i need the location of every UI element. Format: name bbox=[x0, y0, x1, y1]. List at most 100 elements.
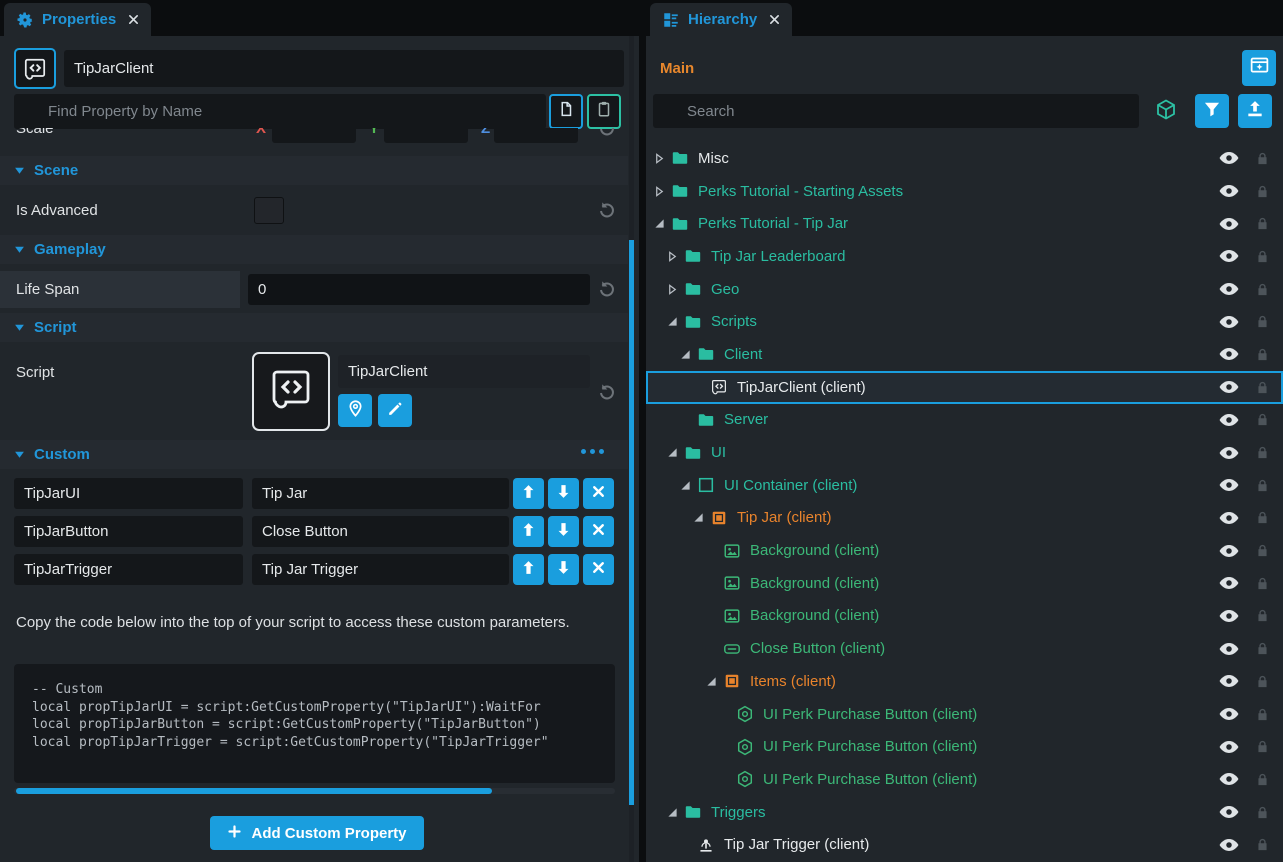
collapse-arrow-icon[interactable] bbox=[667, 807, 684, 818]
visibility-eye-icon[interactable] bbox=[1218, 768, 1240, 790]
visibility-eye-icon[interactable] bbox=[1218, 507, 1240, 529]
close-tab-icon[interactable] bbox=[124, 14, 139, 25]
expand-arrow-icon[interactable] bbox=[654, 153, 671, 164]
horizontal-scrollbar-thumb[interactable] bbox=[16, 788, 492, 794]
lock-icon[interactable] bbox=[1255, 216, 1271, 231]
move-up-button[interactable] bbox=[513, 516, 544, 547]
scale-z-input[interactable] bbox=[494, 128, 578, 143]
lock-icon[interactable] bbox=[1255, 380, 1271, 395]
tree-row[interactable]: Tip Jar Trigger (client) bbox=[646, 828, 1283, 861]
move-down-button[interactable] bbox=[548, 554, 579, 585]
hierarchy-root-label[interactable]: Main bbox=[660, 60, 694, 77]
lock-icon[interactable] bbox=[1255, 282, 1271, 297]
move-down-button[interactable] bbox=[548, 478, 579, 509]
tree-row[interactable]: UI Container (client) bbox=[646, 469, 1283, 502]
lock-icon[interactable] bbox=[1255, 772, 1271, 787]
lock-icon[interactable] bbox=[1255, 576, 1271, 591]
scale-x-input[interactable] bbox=[272, 128, 356, 143]
edit-script-button[interactable] bbox=[378, 394, 412, 427]
visibility-eye-icon[interactable] bbox=[1218, 442, 1240, 464]
lock-icon[interactable] bbox=[1255, 478, 1271, 493]
script-name-field[interactable]: TipJarClient bbox=[338, 355, 590, 388]
tree-row[interactable]: Background (client) bbox=[646, 534, 1283, 567]
lock-icon[interactable] bbox=[1255, 837, 1271, 852]
tree-row[interactable]: Perks Tutorial - Starting Assets bbox=[646, 175, 1283, 208]
reset-icon[interactable] bbox=[596, 382, 618, 404]
tree-row[interactable]: UI Perk Purchase Button (client) bbox=[646, 730, 1283, 763]
reset-icon[interactable] bbox=[596, 200, 618, 222]
tree-row[interactable]: UI bbox=[646, 436, 1283, 469]
tree-row[interactable]: Background (client) bbox=[646, 567, 1283, 600]
tree-row[interactable]: Tip Jar (client) bbox=[646, 502, 1283, 535]
visibility-eye-icon[interactable] bbox=[1218, 213, 1240, 235]
visibility-eye-icon[interactable] bbox=[1218, 638, 1240, 660]
close-tab-icon[interactable] bbox=[765, 14, 780, 25]
script-asset-thumbnail[interactable] bbox=[252, 352, 330, 431]
visibility-eye-icon[interactable] bbox=[1218, 278, 1240, 300]
tree-row[interactable]: UI Perk Purchase Button (client) bbox=[646, 763, 1283, 796]
delete-custom-property-button[interactable] bbox=[583, 554, 614, 585]
visibility-eye-icon[interactable] bbox=[1218, 572, 1240, 594]
lock-icon[interactable] bbox=[1255, 805, 1271, 820]
paste-properties-button[interactable] bbox=[587, 94, 621, 129]
lock-icon[interactable] bbox=[1255, 674, 1271, 689]
hierarchy-search-input[interactable] bbox=[653, 94, 1139, 128]
section-header-script[interactable]: Script bbox=[0, 313, 628, 342]
custom-name-input[interactable] bbox=[14, 516, 243, 547]
lock-icon[interactable] bbox=[1255, 608, 1271, 623]
filter-button[interactable] bbox=[1195, 94, 1229, 128]
expand-arrow-icon[interactable] bbox=[667, 284, 684, 295]
section-header-scene[interactable]: Scene bbox=[0, 156, 628, 185]
visibility-eye-icon[interactable] bbox=[1218, 605, 1240, 627]
scale-y-input[interactable] bbox=[384, 128, 468, 143]
tree-row[interactable]: Misc bbox=[646, 142, 1283, 175]
visibility-eye-icon[interactable] bbox=[1218, 147, 1240, 169]
custom-value-input[interactable] bbox=[252, 554, 509, 585]
move-up-button[interactable] bbox=[513, 478, 544, 509]
lock-icon[interactable] bbox=[1255, 707, 1271, 722]
reset-icon[interactable] bbox=[596, 128, 618, 140]
custom-name-input[interactable] bbox=[14, 478, 243, 509]
section-header-gameplay[interactable]: Gameplay bbox=[0, 235, 628, 264]
collapse-arrow-icon[interactable] bbox=[654, 218, 671, 229]
expand-arrow-icon[interactable] bbox=[654, 186, 671, 197]
lock-icon[interactable] bbox=[1255, 184, 1271, 199]
custom-value-input[interactable] bbox=[252, 516, 509, 547]
tree-row[interactable]: Tip Jar Leaderboard bbox=[646, 240, 1283, 273]
expand-arrow-icon[interactable] bbox=[667, 251, 684, 262]
collapse-arrow-icon[interactable] bbox=[706, 676, 723, 687]
visibility-eye-icon[interactable] bbox=[1218, 343, 1240, 365]
visibility-eye-icon[interactable] bbox=[1218, 736, 1240, 758]
reset-icon[interactable] bbox=[596, 279, 618, 301]
visibility-eye-icon[interactable] bbox=[1218, 474, 1240, 496]
is-advanced-checkbox[interactable] bbox=[254, 197, 284, 224]
collapse-arrow-icon[interactable] bbox=[667, 316, 684, 327]
visibility-eye-icon[interactable] bbox=[1218, 180, 1240, 202]
visibility-eye-icon[interactable] bbox=[1218, 311, 1240, 333]
visibility-eye-icon[interactable] bbox=[1218, 245, 1240, 267]
section-header-custom[interactable]: Custom bbox=[0, 440, 628, 469]
tab-hierarchy[interactable]: Hierarchy bbox=[650, 3, 792, 36]
lock-icon[interactable] bbox=[1255, 641, 1271, 656]
delete-custom-property-button[interactable] bbox=[583, 478, 614, 509]
visibility-eye-icon[interactable] bbox=[1218, 703, 1240, 725]
collapse-arrow-icon[interactable] bbox=[667, 447, 684, 458]
lock-icon[interactable] bbox=[1255, 347, 1271, 362]
lock-icon[interactable] bbox=[1255, 739, 1271, 754]
visibility-eye-icon[interactable] bbox=[1218, 834, 1240, 856]
lock-icon[interactable] bbox=[1255, 445, 1271, 460]
tree-row[interactable]: Perks Tutorial - Tip Jar bbox=[646, 207, 1283, 240]
move-down-button[interactable] bbox=[548, 516, 579, 547]
ellipsis-menu-icon[interactable] bbox=[581, 449, 604, 454]
property-search-input[interactable] bbox=[14, 94, 546, 129]
custom-name-input[interactable] bbox=[14, 554, 243, 585]
scene-window-button[interactable] bbox=[1242, 50, 1276, 86]
lock-icon[interactable] bbox=[1255, 249, 1271, 264]
tree-row[interactable]: UI Perk Purchase Button (client) bbox=[646, 698, 1283, 731]
lock-icon[interactable] bbox=[1255, 510, 1271, 525]
tree-row[interactable]: Close Button (client) bbox=[646, 632, 1283, 665]
custom-value-input[interactable] bbox=[252, 478, 509, 509]
lock-icon[interactable] bbox=[1255, 314, 1271, 329]
visibility-eye-icon[interactable] bbox=[1218, 409, 1240, 431]
vertical-scrollbar-thumb[interactable] bbox=[629, 240, 634, 805]
